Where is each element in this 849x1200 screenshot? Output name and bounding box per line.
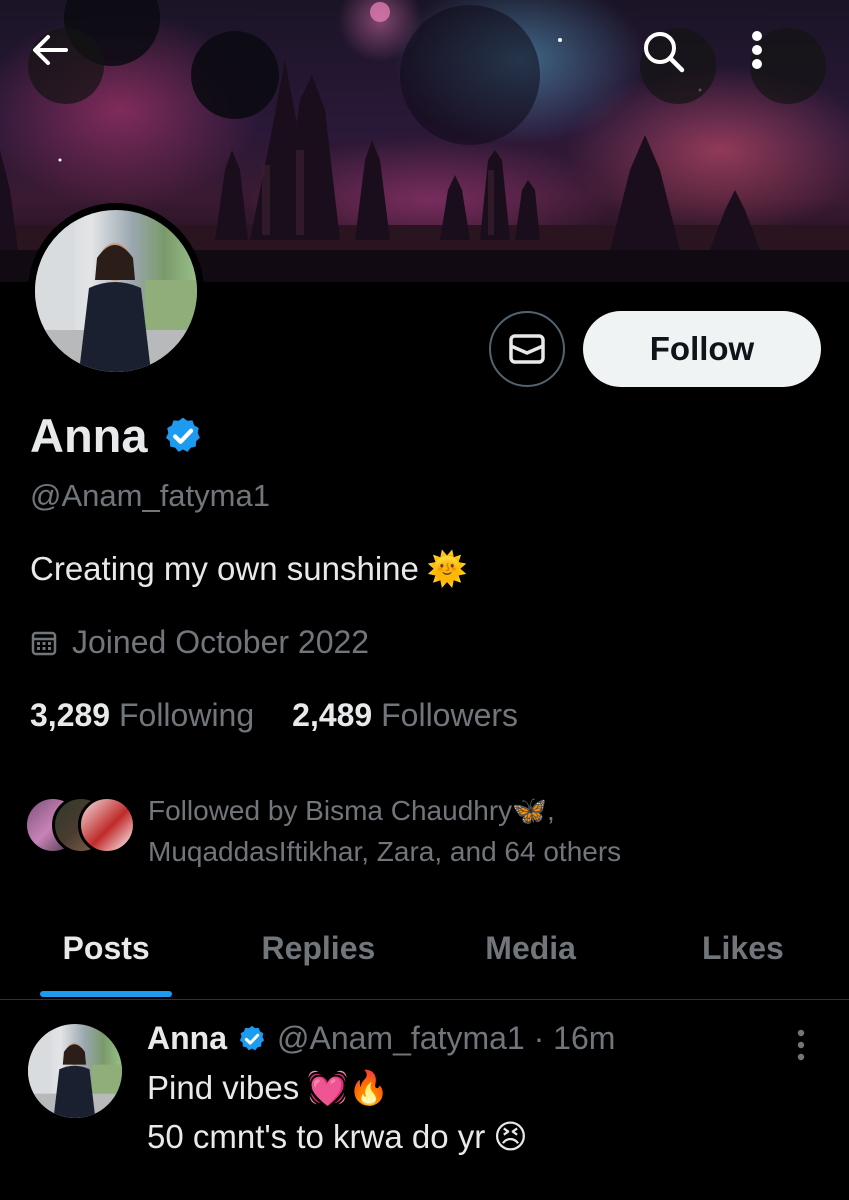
followers-label: Followers [381,697,519,733]
tab-posts[interactable]: Posts [0,910,212,999]
search-icon [644,32,685,73]
heart-fire-emoji: 💓🔥 [307,1068,390,1107]
profile-avatar[interactable] [28,203,204,379]
followed-by-line2: MuqaddasIftikhar, Zara, and 64 others [148,836,622,867]
tab-label: Replies [261,930,376,966]
post-more-icon[interactable] [788,1028,814,1062]
following-count: 3,289 [30,697,111,733]
joined-date: Joined October 2022 [30,624,369,661]
more-vertical-icon [752,31,762,69]
post-meta: @Anam_fatyma1 · 16m [277,1020,616,1056]
tab-label: Likes [701,930,784,966]
followed-by-line1: Followed by Bisma Chaudhry🦋, [148,795,555,826]
tab-replies[interactable]: Replies [212,910,424,999]
post-avatar-image [28,1024,122,1118]
back-button[interactable] [28,28,104,104]
profile-name-text: Anna [30,409,148,462]
post-author-name[interactable]: Anna [147,1020,227,1057]
calendar-icon [31,631,57,655]
tab-label: Media [485,930,576,966]
tab-label: Posts [62,930,150,966]
followers-avatars [24,790,136,854]
post-text-line1: Pind vibes 💓🔥 [147,1068,389,1108]
bio-text: Creating my own sunshine [30,550,419,587]
followed-by[interactable]: Followed by Bisma Chaudhry🦋, MuqaddasIft… [24,790,621,872]
profile-handle: @Anam_fatyma1 [30,478,270,513]
active-tab-indicator [40,991,172,997]
envelope-icon [509,334,545,364]
post-text: 50 cmnt's to krwa do yr [147,1117,486,1155]
following-label: Following [118,697,255,733]
verified-badge-icon [239,1025,265,1050]
avatar-image [35,210,197,372]
post-text: Pind vibes [147,1069,300,1106]
message-button[interactable] [489,311,565,387]
post-text-line2: 50 cmnt's to krwa do yr 😣 [147,1117,528,1156]
follow-stats: 3,289 Following 2,489 Followers [30,697,518,734]
post-header: Anna @Anam_fatyma1 · 16m [147,1020,615,1057]
joined-text: Joined October 2022 [72,624,370,660]
follow-button[interactable]: Follow [583,311,821,387]
search-button[interactable] [640,28,716,104]
followers-count: 2,489 [292,697,373,733]
post-avatar[interactable] [28,1024,122,1118]
persevering-face-emoji: 😣 [493,1117,528,1156]
profile-name: Anna [30,408,204,463]
profile-tabs: Posts Replies Media Likes [0,910,849,1000]
following-link[interactable]: 3,289 Following [30,697,254,734]
verified-badge-icon [165,417,200,452]
followers-link[interactable]: 2,489 Followers [292,697,518,734]
tab-media[interactable]: Media [425,910,637,999]
sun-emoji: 🌞 [426,549,468,588]
followed-by-text: Followed by Bisma Chaudhry🦋, MuqaddasIft… [148,790,621,872]
more-options-button[interactable] [750,28,826,104]
profile-bio: Creating my own sunshine 🌞 [30,549,468,589]
tab-likes[interactable]: Likes [637,910,849,999]
arrow-left-icon [33,35,68,65]
follower-avatar [78,796,136,854]
